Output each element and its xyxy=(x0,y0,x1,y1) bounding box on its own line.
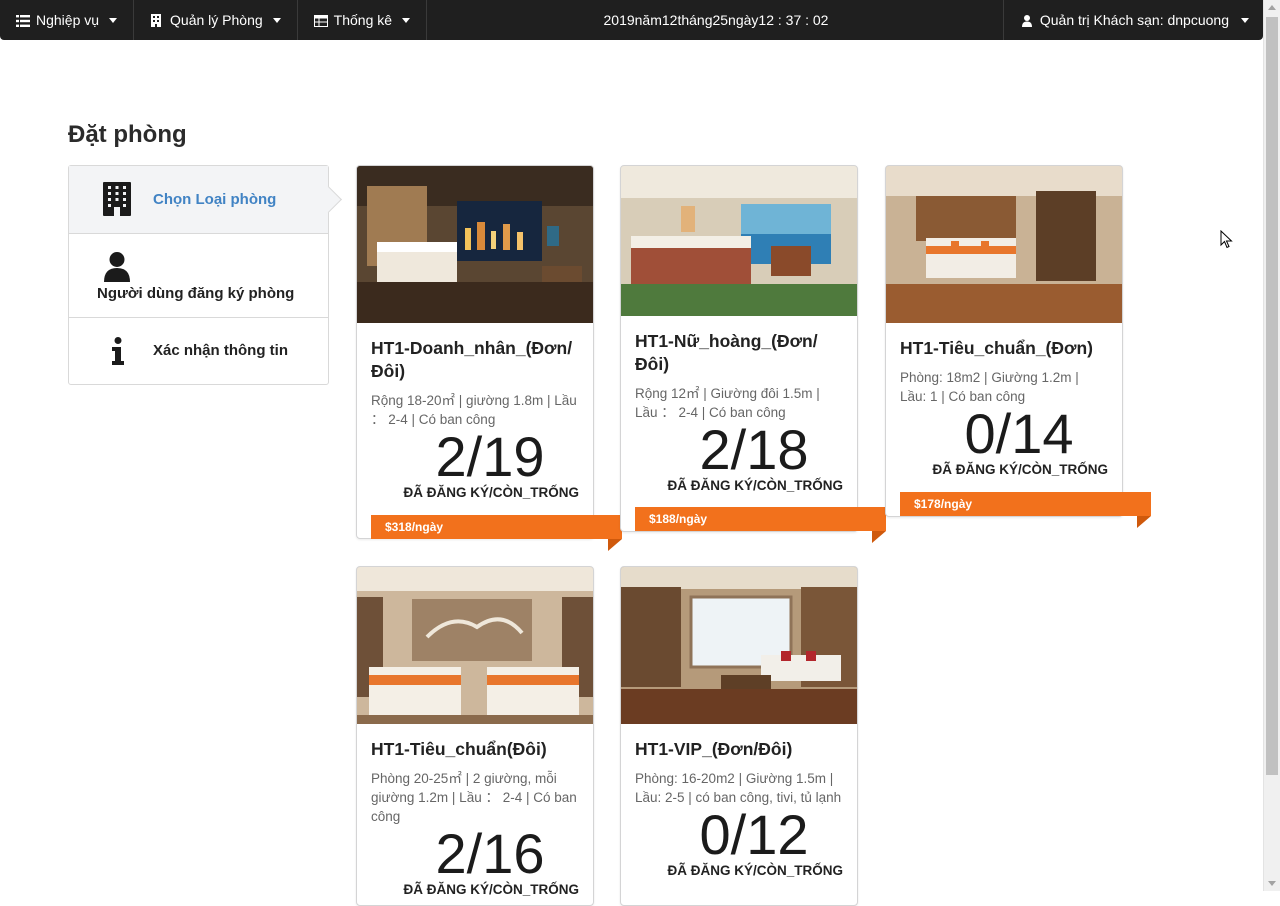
user-menu[interactable]: Quản trị Khách sạn: dnpcuong xyxy=(1002,0,1263,40)
caret-down-icon xyxy=(402,17,411,23)
caret-down-icon xyxy=(272,17,281,23)
booking-steps: Chọn Loại phòng Người dùng đăng ký phòng… xyxy=(68,165,329,385)
user-icon xyxy=(104,252,130,287)
price-ribbon: $318/ngày xyxy=(371,515,622,551)
room-availability: 0/14 xyxy=(964,402,1074,465)
room-description: Rộng 18-20㎡ | giường 1.8m | Lầu ： 2-4 | … xyxy=(371,393,577,427)
nav-menu-label: Quản lý Phòng xyxy=(170,12,263,28)
user-icon xyxy=(1021,14,1032,27)
availability-caption: ĐÃ ĐĂNG KÝ/CÒN_TRỐNG xyxy=(403,485,579,500)
room-description: Rộng 12㎡ | Giường đôi 1.5m | Lầu ： 2-4 |… xyxy=(635,386,820,420)
room-photo xyxy=(357,166,593,323)
caret-down-icon xyxy=(1241,17,1249,23)
step-label: Chọn Loại phòng xyxy=(153,191,277,208)
room-name: HT1-Tiêu_chuẩn_(Đơn) xyxy=(900,338,1093,358)
room-name: HT1-Nữ_hoàng_(Đơn/ Đôi) xyxy=(635,331,818,374)
page-title: Đặt phòng xyxy=(68,121,187,148)
building-icon xyxy=(103,182,131,221)
room-card[interactable]: HT1-Nữ_hoàng_(Đơn/ Đôi) Rộng 12㎡ | Giườn… xyxy=(620,165,886,543)
availability-caption: ĐÃ ĐĂNG KÝ/CÒN_TRỐNG xyxy=(932,462,1108,477)
scroll-down-icon[interactable] xyxy=(1268,881,1276,886)
room-availability: 2/19 xyxy=(435,425,545,488)
step-label: Xác nhận thông tin xyxy=(153,342,288,359)
room-description: Phòng: 18m2 | Giường 1.2m | Lầu: 1 | Có … xyxy=(900,370,1079,404)
room-card[interactable]: HT1-Tiêu_chuẩn_(Đơn) Phòng: 18m2 | Giườn… xyxy=(885,165,1151,528)
nav-menu-label: Nghiệp vụ xyxy=(36,12,100,28)
price-ribbon: $178/ngày xyxy=(900,492,1151,528)
step-confirm-info[interactable]: Xác nhận thông tin xyxy=(69,318,328,384)
room-name: HT1-Doanh_nhân_(Đơn/ Đôi) xyxy=(371,338,573,381)
room-name: HT1-VIP_(Đơn/Đôi) xyxy=(635,739,793,759)
price-ribbon: $188/ngày xyxy=(635,507,886,543)
top-navbar: Nghiệp vụ Quản lý Phòng Thống kê 2019năm… xyxy=(0,0,1263,40)
nav-menu-thong-ke[interactable]: Thống kê xyxy=(298,0,428,40)
room-card[interactable]: HT1-Tiêu_chuẩn(Đôi) Phòng 20-25㎡ | 2 giư… xyxy=(356,566,594,906)
room-card[interactable]: HT1-VIP_(Đơn/Đôi) Phòng: 16-20m2 | Giườn… xyxy=(620,566,858,906)
room-photo xyxy=(886,166,1122,323)
room-description: Phòng: 16-20m2 | Giường 1.5m | Lầu: 2-5 … xyxy=(635,771,842,805)
list-icon xyxy=(16,14,30,27)
availability-caption: ĐÃ ĐĂNG KÝ/CÒN_TRỐNG xyxy=(403,882,579,897)
nav-menu-quan-ly-phong[interactable]: Quản lý Phòng xyxy=(134,0,298,40)
mouse-cursor-icon xyxy=(1220,229,1233,254)
caret-down-icon xyxy=(109,17,118,23)
room-availability: 0/12 xyxy=(699,803,809,866)
availability-caption: ĐÃ ĐĂNG KÝ/CÒN_TRỐNG xyxy=(667,478,843,493)
room-name: HT1-Tiêu_chuẩn(Đôi) xyxy=(371,739,547,759)
room-availability: 2/18 xyxy=(699,418,809,481)
room-photo xyxy=(357,567,593,724)
room-description: Phòng 20-25㎡ | 2 giường, mỗi giường 1.2m… xyxy=(371,771,577,824)
nav-menu-label: Thống kê xyxy=(333,12,393,28)
nav-menu-nghiep-vu[interactable]: Nghiệp vụ xyxy=(0,0,135,40)
step-label: Người dùng đăng ký phòng xyxy=(97,285,295,302)
room-availability: 2/16 xyxy=(435,822,545,885)
room-photo xyxy=(621,567,857,724)
building-icon xyxy=(150,14,164,27)
step-user-register[interactable]: Người dùng đăng ký phòng xyxy=(69,234,328,318)
room-card[interactable]: HT1-Doanh_nhân_(Đơn/ Đôi) Rộng 18-20㎡ | … xyxy=(356,165,622,551)
step-choose-room-type[interactable]: Chọn Loại phòng xyxy=(69,166,328,234)
scrollbar-thumb[interactable] xyxy=(1266,17,1278,775)
page-scrollbar[interactable] xyxy=(1263,0,1280,891)
user-menu-label: Quản trị Khách sạn: dnpcuong xyxy=(1039,12,1229,28)
scroll-up-icon[interactable] xyxy=(1268,5,1276,10)
room-photo xyxy=(621,166,857,316)
table-icon xyxy=(313,14,328,27)
info-icon xyxy=(111,337,125,370)
availability-caption: ĐÃ ĐĂNG KÝ/CÒN_TRỐNG xyxy=(667,863,843,878)
